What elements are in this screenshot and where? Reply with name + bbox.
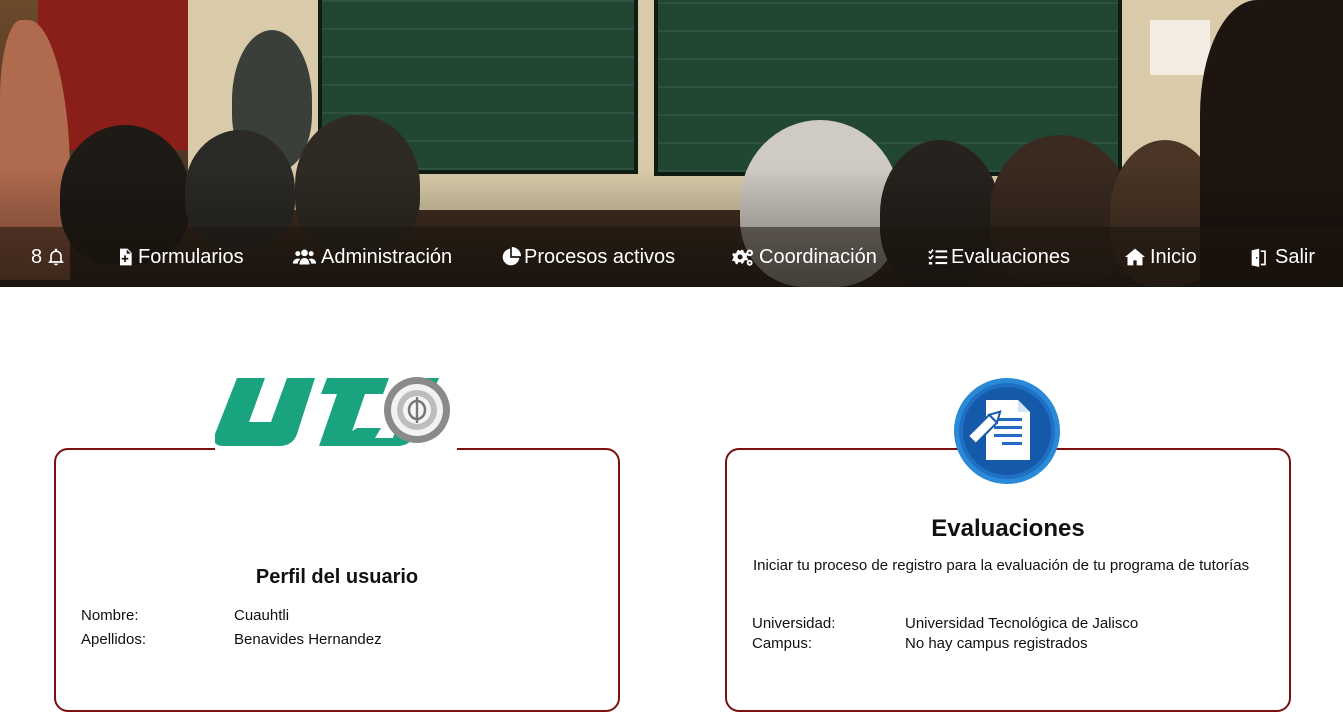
users-cog-icon (292, 249, 317, 265)
field-value: Cuauhtli (234, 607, 290, 624)
hero-poster (1150, 20, 1210, 75)
evaluations-card: Evaluaciones Iniciar tu proceso de regis… (725, 448, 1291, 712)
nav-evaluaciones[interactable]: Evaluaciones (928, 227, 1070, 287)
nav-inicio[interactable]: Inicio (1123, 227, 1197, 287)
nav-coordinacion[interactable]: Coordinación (730, 227, 877, 287)
field-label: Nombre: (81, 607, 139, 624)
tasks-icon (928, 249, 948, 265)
pie-chart-icon (502, 247, 521, 266)
evaluations-card-title: Evaluaciones (931, 515, 1085, 542)
notifications-count: 8 (31, 245, 43, 268)
field-value: Universidad Tecnológica de Jalisco (905, 615, 1139, 632)
file-plus-icon (120, 248, 132, 266)
bell-icon (48, 248, 64, 266)
profile-card-title: Perfil del usuario (255, 566, 419, 588)
nav-formularios[interactable]: Formularios (115, 227, 244, 287)
nav-label: Administración (321, 245, 453, 268)
field-label: Universidad: (752, 615, 836, 632)
nav-procesos-activos[interactable]: Procesos activos (501, 227, 675, 287)
evaluations-card-description: Iniciar tu proceso de registro para la e… (753, 557, 1250, 574)
nav-salir[interactable]: Salir (1248, 227, 1315, 287)
nav-label: Inicio (1150, 245, 1197, 268)
nav-label: Coordinación (759, 245, 877, 268)
nav-administracion[interactable]: Administración (291, 227, 452, 287)
evaluations-card-icon[interactable] (952, 376, 1062, 486)
field-label: Campus: (752, 635, 813, 652)
nav-label: Evaluaciones (951, 245, 1070, 268)
field-value: Benavides Hernandez (234, 631, 382, 648)
document-pencil-icon (954, 378, 1060, 484)
nav-label: Procesos activos (524, 245, 676, 268)
main-navbar: 8 Formularios Administración Procesos ac… (0, 227, 1343, 287)
nav-label: Salir (1275, 245, 1316, 268)
field-value: No hay campus registrados (905, 635, 1088, 652)
utj-logo-graphic (213, 377, 450, 446)
home-icon (1125, 248, 1145, 266)
utj-logo (213, 370, 457, 460)
profile-card: Perfil del usuario Nombre: Cuauhtli Apel… (54, 448, 620, 712)
field-label: Apellidos: (81, 631, 147, 648)
notifications-button[interactable]: 8 (31, 227, 66, 287)
cogs-icon (731, 249, 753, 266)
door-exit-icon (1251, 248, 1266, 267)
nav-label: Formularios (138, 245, 244, 268)
